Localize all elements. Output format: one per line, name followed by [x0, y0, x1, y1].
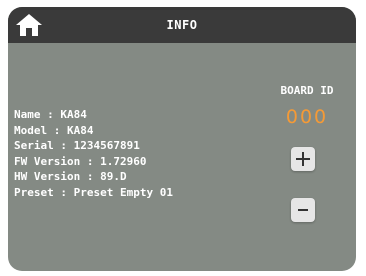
home-button[interactable]	[14, 11, 44, 39]
info-panel: INFO Name : KA84 Model : KA84 Serial : 1…	[8, 7, 356, 271]
info-name: Name : KA84	[14, 108, 87, 121]
info-serial: Serial : 1234567891	[14, 139, 140, 152]
board-id-value: 000	[285, 106, 329, 128]
info-model: Model : KA84	[14, 123, 94, 137]
device-screen: INFO Name : KA84 Model : KA84 Serial : 1…	[0, 0, 366, 276]
header-bar: INFO	[8, 7, 356, 43]
info-preset: Preset : Preset Empty 01	[14, 185, 173, 199]
board-id-decrement-button[interactable]	[291, 198, 315, 222]
info-fw-version: FW Version : 1.72960	[14, 154, 147, 168]
minus-icon	[298, 209, 308, 211]
page-title: INFO	[166, 18, 198, 32]
plus-icon	[296, 152, 310, 166]
board-id-increment-button[interactable]	[291, 147, 315, 171]
info-hw-version: HW Version : 89.D	[14, 170, 127, 183]
board-id-label: BOARD ID	[280, 84, 334, 97]
device-info-list: Name : KA84 Model : KA84 Serial : 123456…	[14, 107, 173, 200]
home-icon	[16, 14, 42, 36]
